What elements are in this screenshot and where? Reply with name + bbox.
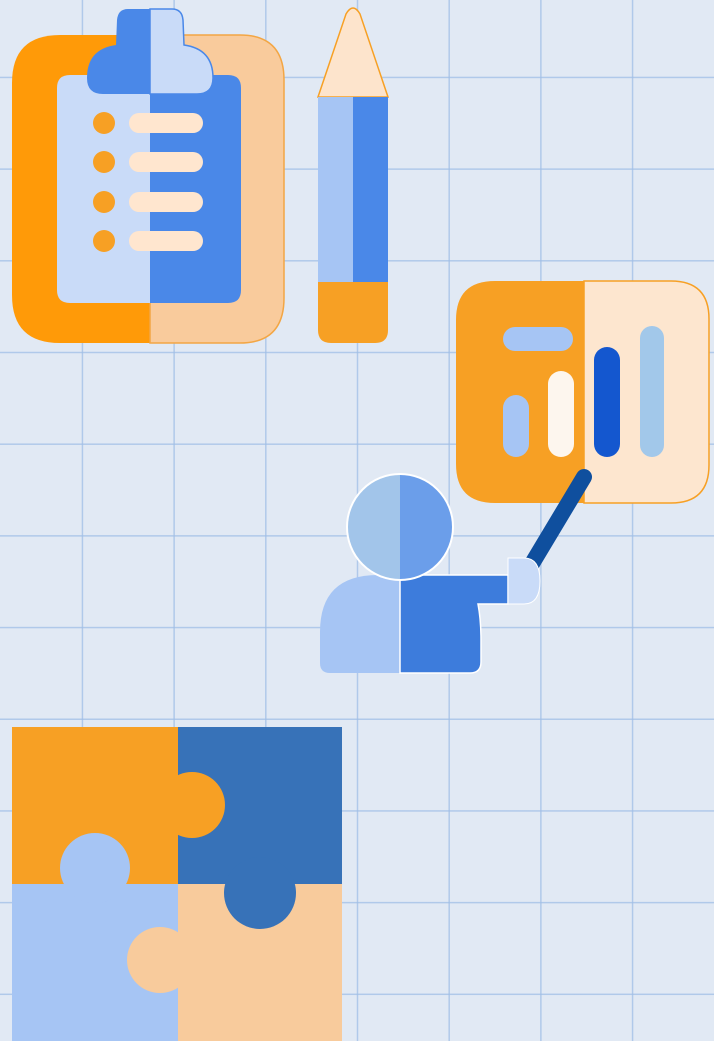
- bullet-dot-icon: [93, 230, 115, 252]
- list-line-icon: [129, 231, 203, 251]
- pencil-icon: [316, 7, 390, 343]
- list-line-icon: [129, 113, 203, 133]
- chart-bar-icon: [594, 347, 620, 457]
- chart-bar-icon: [640, 326, 664, 457]
- presenter-person-icon: [320, 469, 592, 674]
- bullet-dot-icon: [93, 112, 115, 134]
- chart-title-bar-icon: [503, 327, 573, 351]
- clipboard-icon: [12, 8, 285, 344]
- list-line-icon: [129, 152, 203, 172]
- chart-bar-icon: [503, 395, 529, 457]
- bullet-dot-icon: [93, 191, 115, 213]
- puzzle-icon: [12, 727, 342, 1041]
- bullet-dot-icon: [93, 151, 115, 173]
- list-line-icon: [129, 192, 203, 212]
- chart-bar-icon: [548, 371, 574, 457]
- illustration-canvas: [12, 7, 710, 1041]
